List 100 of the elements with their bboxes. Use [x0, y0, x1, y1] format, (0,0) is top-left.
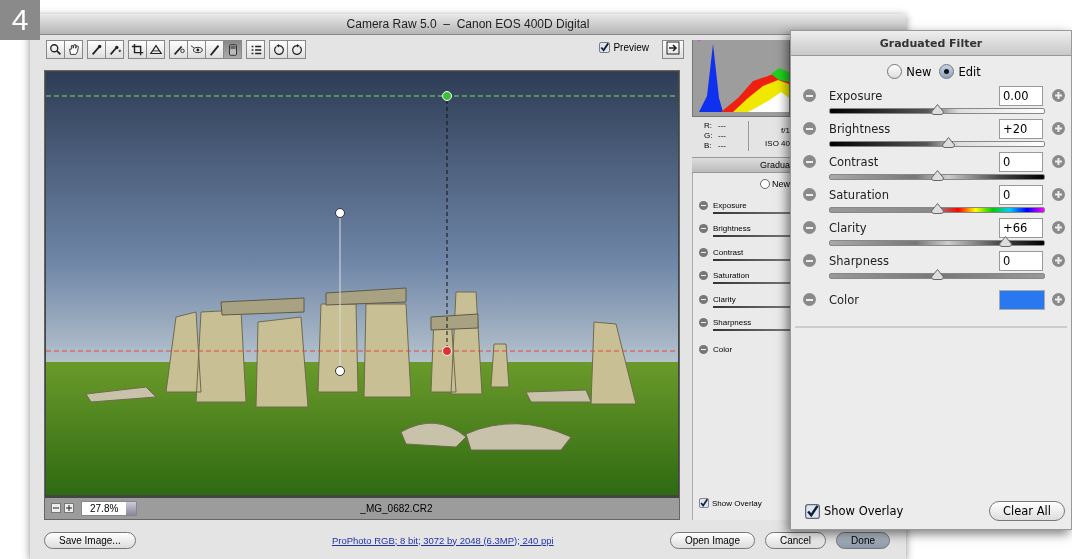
minus-icon — [806, 226, 813, 229]
increase-button[interactable] — [1051, 89, 1065, 102]
image-filename: _MG_0682.CR2 — [360, 502, 433, 514]
slider-thumb[interactable] — [931, 269, 944, 280]
pin-handle[interactable] — [335, 365, 345, 376]
decrease-button[interactable] — [803, 89, 816, 102]
fullscreen-button[interactable] — [662, 40, 684, 59]
value-input-field[interactable]: 0 — [999, 151, 1043, 172]
list-tool-button[interactable] — [246, 40, 265, 59]
radio-label: New — [772, 179, 790, 189]
slider-track[interactable] — [713, 258, 790, 261]
slider-label: Exposure — [829, 88, 884, 103]
increase-button[interactable] — [1051, 155, 1065, 168]
rotate-right-tool-button[interactable] — [287, 40, 306, 59]
radio-button[interactable] — [887, 64, 903, 79]
checkbox-label: Show Overlay — [712, 498, 762, 508]
minus-icon — [806, 259, 813, 262]
value-input-field[interactable]: +66 — [999, 217, 1043, 238]
decrease-button[interactable] — [803, 221, 816, 234]
minus-icon[interactable] — [699, 224, 708, 234]
rotate-left-icon — [271, 42, 286, 57]
eyedropper-icon — [89, 42, 104, 57]
minus-icon[interactable] — [699, 294, 708, 304]
save-image-button[interactable]: Save Image... — [44, 531, 136, 549]
checkbox[interactable] — [805, 503, 820, 519]
checkbox[interactable] — [599, 42, 611, 53]
increase-button[interactable] — [1051, 188, 1065, 201]
color-label: Color — [829, 292, 861, 307]
zoom-dropdown[interactable]: 27.8% — [81, 500, 138, 516]
color-swatch[interactable] — [999, 289, 1045, 310]
decrease-button[interactable] — [803, 155, 816, 168]
minus-icon — [806, 298, 813, 301]
dialog-button[interactable]: Done — [836, 531, 890, 549]
slider-thumb[interactable] — [999, 236, 1013, 247]
increase-button[interactable] — [1051, 293, 1065, 306]
slider-track[interactable] — [713, 282, 790, 285]
gradient-tool-button[interactable] — [223, 40, 242, 59]
slider-label: Sharpness — [829, 253, 890, 268]
minus-icon — [806, 193, 813, 196]
value-input-field[interactable]: 0.00 — [999, 85, 1043, 106]
plus-icon — [1054, 158, 1062, 165]
panel-title: Gradua — [759, 160, 790, 170]
minus-icon — [806, 127, 813, 130]
brush-icon — [207, 42, 222, 57]
crop-icon — [130, 42, 145, 57]
slider-track[interactable] — [713, 305, 790, 308]
zoom-in-button[interactable] — [64, 503, 74, 514]
minus-icon — [53, 505, 59, 512]
dialog-button[interactable]: Open Image — [669, 531, 755, 549]
plus-icon — [1054, 257, 1062, 264]
slider-label: Sharpness — [713, 318, 753, 328]
slider-track[interactable] — [713, 235, 790, 238]
plus-icon — [1054, 296, 1062, 303]
radio-label: New — [906, 64, 932, 79]
slider-thumb[interactable] — [941, 137, 955, 148]
step-number-badge: 4 — [0, 0, 40, 40]
workflow-options-link[interactable]: ProPhoto RGB; 8 bit; 3072 by 2048 (6.3MP); 240 ppi — [225, 534, 660, 546]
rotate-right-icon — [289, 42, 304, 57]
guide-line[interactable] — [446, 99, 448, 348]
arrow-box-icon — [666, 41, 680, 55]
decrease-button[interactable] — [803, 293, 816, 306]
slider-label: Saturation — [713, 271, 751, 281]
slider-track[interactable] — [713, 329, 790, 332]
value-input-field[interactable]: 0 — [999, 250, 1043, 271]
radio-button[interactable] — [760, 179, 770, 189]
slider-thumb[interactable] — [931, 104, 944, 115]
hand-tool-button[interactable] — [64, 40, 83, 59]
clear-all-button[interactable]: Clear All — [989, 501, 1065, 521]
minus-icon[interactable] — [699, 200, 708, 210]
radio-button[interactable] — [939, 64, 955, 79]
minus-icon[interactable] — [699, 318, 708, 328]
decrease-button[interactable] — [803, 122, 816, 135]
sampler-tool-button[interactable] — [105, 40, 124, 59]
slider-thumb[interactable] — [931, 170, 944, 181]
decrease-button[interactable] — [803, 254, 816, 267]
pin-handle[interactable] — [335, 207, 345, 218]
value-input-field[interactable]: +20 — [999, 118, 1043, 139]
dialog-button[interactable]: Cancel — [764, 531, 827, 549]
zoom-out-button[interactable] — [51, 503, 61, 514]
plus-icon — [1054, 224, 1062, 231]
minus-icon[interactable] — [699, 345, 708, 355]
plus-icon — [1054, 125, 1062, 132]
value-input-field[interactable]: 0 — [999, 184, 1043, 205]
increase-button[interactable] — [1051, 122, 1065, 135]
exposure-info: ISO 40 — [765, 138, 790, 150]
slider-label: Clarity — [829, 220, 868, 235]
straighten-tool-button[interactable] — [146, 40, 165, 59]
minus-icon — [806, 160, 813, 163]
hand-icon — [66, 42, 81, 57]
increase-button[interactable] — [1051, 221, 1065, 234]
minus-icon — [806, 94, 813, 97]
minus-icon[interactable] — [699, 247, 708, 257]
decrease-button[interactable] — [803, 188, 816, 201]
plus-icon — [1054, 92, 1062, 99]
slider-track[interactable] — [713, 211, 790, 214]
checkbox[interactable] — [699, 498, 709, 508]
minus-icon[interactable] — [699, 271, 708, 281]
slider-label: Clarity — [713, 294, 737, 304]
slider-thumb[interactable] — [931, 203, 944, 214]
increase-button[interactable] — [1051, 254, 1065, 267]
